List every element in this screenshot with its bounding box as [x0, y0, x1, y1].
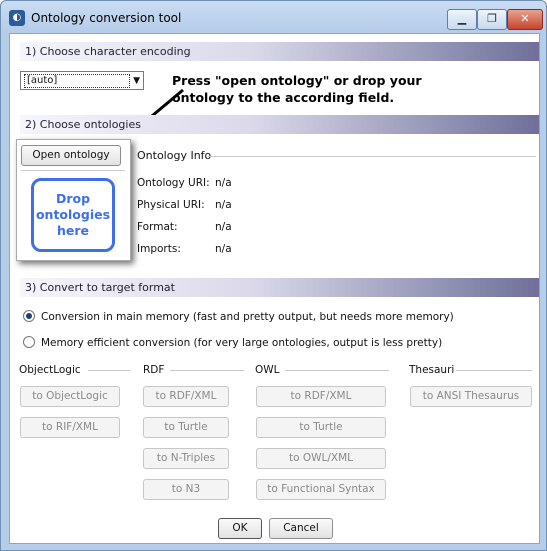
- group-label-rdf: RDF: [143, 364, 165, 376]
- drop-ontologies-zone[interactable]: Drop ontologies here: [31, 178, 115, 252]
- to-ansi-thesaurus-button[interactable]: to ANSI Thesaurus: [410, 386, 532, 407]
- cancel-button[interactable]: Cancel: [269, 518, 333, 539]
- owl-to-owl-xml-button[interactable]: to OWL/XML: [256, 448, 386, 469]
- owl-to-turtle-button[interactable]: to Turtle: [256, 417, 386, 438]
- divider: [208, 156, 536, 157]
- group-label-objectlogic: ObjectLogic: [19, 364, 81, 376]
- owl-to-functional-syntax-button[interactable]: to Functional Syntax: [256, 479, 386, 500]
- rdf-to-rdf-xml-button[interactable]: to RDF/XML: [143, 386, 229, 407]
- section-header-ontologies: 2) Choose ontologies: [20, 115, 539, 134]
- group-label-owl: OWL: [255, 364, 280, 376]
- ontology-uri-value: n/a: [215, 177, 232, 189]
- divider: [456, 370, 532, 371]
- ontology-drop-panel: Open ontology Drop ontologies here: [16, 139, 131, 261]
- divider: [21, 170, 125, 171]
- radio-main-memory[interactable]: Conversion in main memory (fast and pret…: [23, 310, 454, 326]
- radio-selected-icon[interactable]: [23, 310, 35, 322]
- format-value: n/a: [215, 221, 232, 233]
- ontology-app-icon: ◐: [9, 10, 25, 26]
- open-ontology-button[interactable]: Open ontology: [21, 145, 121, 166]
- physical-uri-value: n/a: [215, 199, 232, 211]
- radio-unselected-icon[interactable]: [23, 336, 35, 348]
- rdf-to-turtle-button[interactable]: to Turtle: [143, 417, 229, 438]
- dialog-client-area: 1) Choose character encoding [auto] ▼ Pr…: [9, 33, 540, 544]
- close-button[interactable]: ✕: [507, 9, 543, 30]
- physical-uri-label: Physical URI:: [137, 199, 205, 211]
- ontology-info-title: Ontology Info: [137, 149, 212, 162]
- divider: [285, 370, 389, 371]
- divider: [170, 370, 244, 371]
- app-window: ◐ Ontology conversion tool ▁ ❐ ✕ 1) Choo…: [0, 0, 547, 551]
- ontology-uri-label: Ontology URI:: [137, 177, 210, 189]
- ok-button[interactable]: OK: [218, 518, 262, 539]
- to-objectlogic-button[interactable]: to ObjectLogic: [20, 386, 120, 407]
- encoding-selected-value: [auto]: [24, 74, 130, 88]
- radio-main-memory-label: Conversion in main memory (fast and pret…: [41, 311, 454, 323]
- radio-memory-efficient[interactable]: Memory efficient conversion (for very la…: [23, 336, 442, 352]
- window-title: Ontology conversion tool: [31, 11, 182, 25]
- divider: [88, 370, 130, 371]
- encoding-select[interactable]: [auto] ▼: [20, 71, 144, 90]
- instruction-hint: Press "open ontology" or drop your ontol…: [172, 73, 422, 105]
- imports-label: Imports:: [137, 243, 181, 255]
- radio-memory-efficient-label: Memory efficient conversion (for very la…: [41, 337, 443, 349]
- minimize-button[interactable]: ▁: [447, 9, 477, 30]
- rdf-to-n3-button[interactable]: to N3: [143, 479, 229, 500]
- maximize-button[interactable]: ❐: [477, 9, 507, 30]
- chevron-down-icon[interactable]: ▼: [133, 76, 140, 86]
- imports-value: n/a: [215, 243, 232, 255]
- rdf-to-n-triples-button[interactable]: to N-Triples: [143, 448, 229, 469]
- section-header-convert: 3) Convert to target format: [20, 278, 539, 297]
- owl-to-rdf-xml-button[interactable]: to RDF/XML: [256, 386, 386, 407]
- title-bar: ◐ Ontology conversion tool ▁ ❐ ✕: [1, 1, 546, 35]
- section-header-encoding: 1) Choose character encoding: [20, 42, 539, 61]
- to-rif-xml-button[interactable]: to RIF/XML: [20, 417, 120, 438]
- group-label-thesauri: Thesauri: [409, 364, 455, 376]
- format-label: Format:: [137, 221, 178, 233]
